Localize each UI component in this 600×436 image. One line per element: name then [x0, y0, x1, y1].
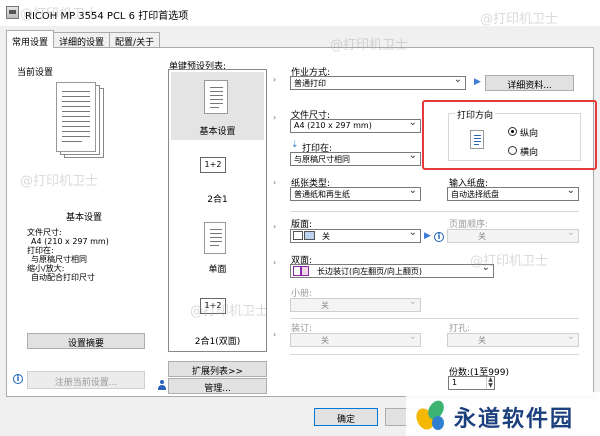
job-type-select[interactable]: 普通打印 — [290, 76, 466, 90]
brand-logo-icon — [416, 400, 444, 430]
triangle-right-icon: ▶ — [424, 231, 431, 241]
two-in-one-icon: 1+2 — [200, 157, 226, 173]
duplex-page-icon — [301, 266, 309, 276]
layout-page-icon — [293, 231, 303, 240]
brand-overlay: 永道软件园 — [406, 392, 600, 436]
info-icon: i — [13, 374, 23, 384]
paper-size-select[interactable]: A4 (210 x 297 mm) — [290, 119, 421, 133]
watermark-text: @打印机卫士 — [20, 7, 99, 22]
landscape-radio[interactable] — [508, 146, 517, 155]
chevron-right-icon: › — [273, 258, 277, 267]
brand-name: 永道软件园 — [454, 407, 575, 432]
preset-item-label: 2合1(双面) — [194, 337, 241, 347]
chevron-right-icon: › — [273, 178, 277, 187]
tab-common-settings[interactable]: 常用设置 — [6, 30, 55, 48]
page-order-select[interactable]: 关 — [447, 229, 579, 243]
chevron-right-icon: › — [273, 330, 277, 339]
orientation-label: 打印方向 — [455, 108, 496, 121]
current-settings-name: 基本设置 — [66, 213, 103, 223]
detail-line: 自动配合打印尺寸 — [31, 273, 95, 282]
current-settings-preview — [56, 82, 106, 160]
preset-item-label: 单面 — [208, 265, 227, 275]
current-settings-header: 当前设置 — [17, 68, 54, 78]
printer-app-icon — [6, 6, 19, 19]
tab-bar: 常用设置 详细的设置 配置/关于 — [6, 30, 161, 48]
booklet-select[interactable]: 关 — [290, 298, 421, 312]
tab-detailed-settings[interactable]: 详细的设置 — [53, 32, 111, 48]
manage-button[interactable]: 管理... — [168, 378, 267, 394]
portrait-label: 纵向 — [520, 129, 539, 139]
divider — [290, 318, 579, 319]
watermark-text: @打印机卫士 — [190, 304, 269, 319]
register-current-settings-button[interactable]: 注册当前设置... — [27, 371, 145, 389]
detail-line: 缩小/放大: — [27, 264, 65, 273]
triangle-right-icon: ▶ — [474, 77, 481, 87]
page-icon — [204, 80, 228, 114]
preset-item-label: 基本设置 — [199, 127, 236, 137]
tab-config-about[interactable]: 配置/关于 — [109, 32, 161, 48]
preset-item-simplex[interactable]: 单面 — [171, 218, 264, 282]
portrait-radio[interactable] — [508, 127, 517, 136]
preset-item-label: 2合1 — [207, 195, 228, 205]
current-settings-details: 文件尺寸: A4 (210 x 297 mm) 打印在: 与原稿尺寸相同 缩小/… — [27, 228, 109, 282]
info-icon: i — [434, 232, 444, 242]
duplex-page-icon — [293, 266, 301, 276]
extend-list-button[interactable]: 扩展列表>> — [168, 361, 267, 377]
chevron-right-icon: › — [273, 222, 277, 231]
input-tray-select[interactable]: 自动选择纸盘 — [447, 187, 579, 201]
watermark-text: @打印机卫士 — [480, 12, 559, 27]
portrait-page-icon — [470, 130, 484, 149]
arrow-down-icon: ⇣ — [291, 140, 299, 150]
page-icon — [204, 222, 226, 254]
ok-button[interactable]: 确定 — [314, 408, 378, 426]
preset-item-basic[interactable]: 基本设置 — [171, 72, 264, 140]
watermark-text: @打印机卫士 — [330, 38, 409, 53]
job-details-button[interactable]: 详细资料... — [485, 75, 574, 91]
punch-select[interactable]: 关 — [447, 333, 579, 347]
copies-stepper[interactable]: ▲ ▼ — [486, 377, 494, 389]
user-icon — [158, 380, 166, 390]
detail-line: A4 (210 x 297 mm) — [31, 237, 109, 246]
landscape-label: 横向 — [520, 148, 539, 158]
preset-item-2in1[interactable]: 1+2 2合1 — [171, 152, 264, 212]
divider — [290, 354, 579, 355]
detail-line: 文件尺寸: — [27, 228, 62, 237]
detail-line: 打印在: — [27, 246, 54, 255]
watermark-text: @打印机卫士 — [20, 174, 99, 189]
detail-line: 与原稿尺寸相同 — [31, 255, 87, 264]
divider — [290, 211, 579, 212]
chevron-right-icon: › — [273, 113, 277, 122]
staple-select[interactable]: 关 — [290, 333, 421, 347]
duplex-select[interactable]: 长边装订(向左翻页/向上翻页) — [290, 264, 494, 278]
print-on-select[interactable]: 与原稿尺寸相同 — [290, 152, 421, 166]
layout-page-icon — [304, 231, 315, 240]
settings-summary-button[interactable]: 设置摘要 — [27, 333, 145, 349]
chevron-right-icon: › — [273, 75, 277, 84]
watermark-text: @打印机卫士 — [470, 254, 549, 269]
paper-type-select[interactable]: 普通纸和再生纸 — [290, 187, 421, 201]
